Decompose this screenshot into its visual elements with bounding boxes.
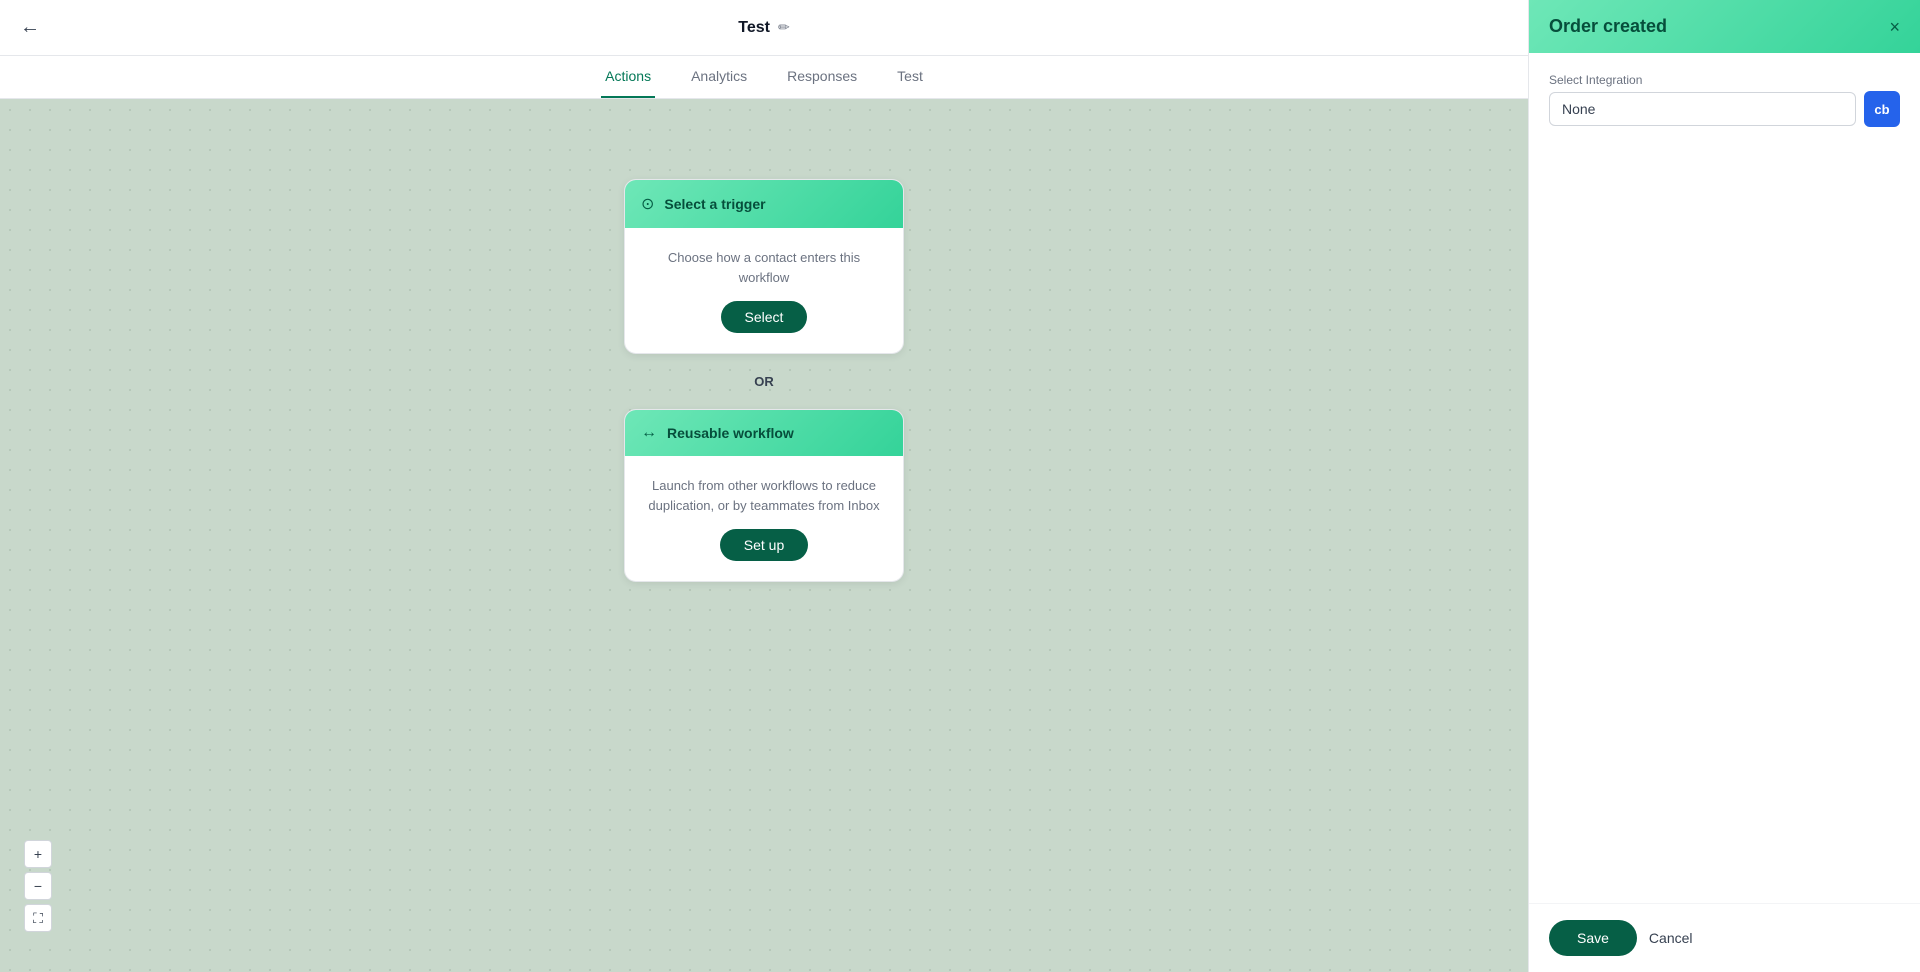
trigger-card: ⊙ Select a trigger Choose how a contact …	[624, 179, 904, 354]
canvas-content: ⊙ Select a trigger Choose how a contact …	[0, 99, 1528, 972]
save-button[interactable]: Save	[1549, 920, 1637, 956]
canvas-area: ← Test ✏ Actions Analytics Responses Tes…	[0, 0, 1528, 972]
panel-title: Order created	[1549, 16, 1667, 37]
trigger-card-body: Choose how a contact enters this workflo…	[625, 228, 903, 353]
setup-reusable-button[interactable]: Set up	[720, 529, 808, 561]
panel-close-button[interactable]: ×	[1889, 18, 1900, 36]
trigger-description: Choose how a contact enters this workflo…	[641, 248, 887, 287]
trigger-card-title: Select a trigger	[664, 196, 765, 212]
zoom-controls: + − ⛶	[24, 840, 52, 932]
reusable-card-header: ↔ Reusable workflow	[625, 410, 903, 456]
edit-icon[interactable]: ✏	[778, 19, 790, 36]
integration-select-wrap: None cb	[1549, 91, 1900, 127]
integration-field: Select Integration None cb	[1549, 73, 1900, 127]
tab-actions[interactable]: Actions	[601, 56, 655, 98]
reusable-card: ↔ Reusable workflow Launch from other wo…	[624, 409, 904, 582]
page-title: Test	[738, 19, 770, 37]
top-header: ← Test ✏	[0, 0, 1528, 56]
reusable-card-body: Launch from other workflows to reduce du…	[625, 456, 903, 581]
tab-test[interactable]: Test	[893, 56, 927, 98]
page-title-wrap: Test ✏	[738, 19, 789, 37]
tab-responses[interactable]: Responses	[783, 56, 861, 98]
zoom-in-button[interactable]: +	[24, 840, 52, 868]
trigger-card-header: ⊙ Select a trigger	[625, 180, 903, 228]
panel-header: Order created ×	[1529, 0, 1920, 53]
tab-analytics[interactable]: Analytics	[687, 56, 751, 98]
fit-button[interactable]: ⛶	[24, 904, 52, 932]
right-panel: Order created × Select Integration None …	[1528, 0, 1920, 972]
integration-select[interactable]: None	[1549, 92, 1856, 126]
reusable-description: Launch from other workflows to reduce du…	[641, 476, 887, 515]
reusable-card-title: Reusable workflow	[667, 425, 794, 441]
zoom-out-button[interactable]: −	[24, 872, 52, 900]
integration-badge: cb	[1864, 91, 1900, 127]
cancel-button[interactable]: Cancel	[1649, 930, 1693, 946]
integration-label: Select Integration	[1549, 73, 1900, 87]
panel-footer: Save Cancel	[1529, 903, 1920, 972]
trigger-icon: ⊙	[641, 194, 654, 214]
select-trigger-button[interactable]: Select	[721, 301, 808, 333]
panel-body: Select Integration None cb	[1529, 53, 1920, 903]
back-button[interactable]: ←	[20, 16, 40, 39]
reusable-icon: ↔	[641, 424, 657, 442]
or-divider: OR	[754, 374, 774, 389]
nav-tabs: Actions Analytics Responses Test	[0, 56, 1528, 99]
